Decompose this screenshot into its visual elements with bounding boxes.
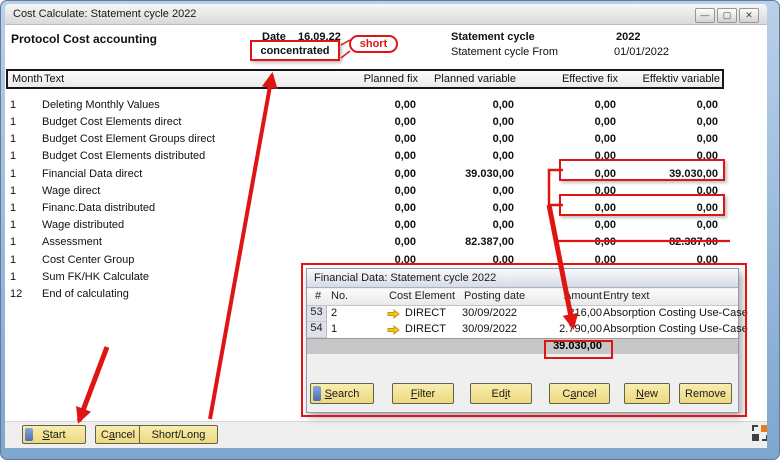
annotation-box-total xyxy=(544,340,613,359)
maximize-icon[interactable]: ▢ xyxy=(717,8,737,23)
titlebar[interactable]: Cost Calculate: Statement cycle 2022 — ▢… xyxy=(5,4,767,25)
col-planned-variable: Planned variable xyxy=(418,73,516,85)
minimize-icon[interactable]: — xyxy=(695,8,715,23)
col-effective-fix: Effective fix xyxy=(516,73,618,85)
short-callout: short xyxy=(349,35,398,53)
col-effektiv-variable: Effektiv variable xyxy=(618,73,720,85)
table-row[interactable]: 1Wage distributed0,000,000,000,00 xyxy=(6,216,724,233)
cost-calculate-window: Cost Calculate: Statement cycle 2022 — ▢… xyxy=(0,0,780,460)
window-title: Cost Calculate: Statement cycle 2022 xyxy=(13,8,196,20)
close-icon[interactable]: ✕ xyxy=(739,8,759,23)
focus-fragment xyxy=(25,428,33,441)
col-month: Month xyxy=(12,73,44,85)
mode-value: concentrated xyxy=(260,45,329,57)
col-planned-fix: Planned fix xyxy=(320,73,418,85)
statement-cycle-from-label: Statement cycle From xyxy=(451,46,558,58)
col-text: Text xyxy=(44,73,320,85)
statement-cycle-from-value: 01/01/2022 xyxy=(614,46,669,58)
short-long-button[interactable]: Short/Long xyxy=(139,425,218,444)
table-row-assessment[interactable]: 1Assessment0,0082.387,000,0082.387,00 xyxy=(6,233,724,250)
table-row[interactable]: 1Deleting Monthly Values0,000,000,000,00 xyxy=(6,96,724,113)
window-controls: — ▢ ✕ xyxy=(695,8,759,23)
resize-grip-icon[interactable] xyxy=(751,424,767,442)
cancel-button[interactable]: Cancel xyxy=(95,425,141,444)
table-row[interactable]: 1Budget Cost Element Groups direct0,000,… xyxy=(6,130,724,147)
concentrated-mode-annotation-box: concentrated xyxy=(250,40,340,61)
protocol-table-header: Month Text Planned fix Planned variable … xyxy=(6,69,724,89)
annotation-box-financ-data-distributed xyxy=(559,194,725,216)
table-row[interactable]: 1Budget Cost Elements direct0,000,000,00… xyxy=(6,113,724,130)
annotation-box-financial-data-direct xyxy=(559,159,725,181)
annotation-border-financial-window xyxy=(301,263,747,417)
start-button[interactable]: Start xyxy=(22,425,86,444)
protocol-heading: Protocol Cost accounting xyxy=(11,32,157,46)
statement-cycle-value: 2022 xyxy=(616,31,640,43)
statement-cycle-label: Statement cycle xyxy=(451,31,535,43)
